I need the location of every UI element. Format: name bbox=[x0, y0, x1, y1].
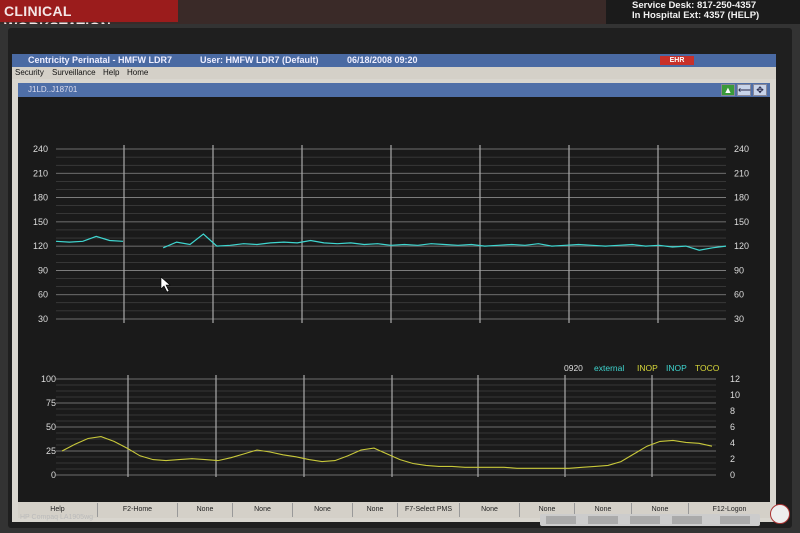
monitor: Centricity Perinatal - HMFW LDR7 User: H… bbox=[0, 24, 800, 533]
menu-security[interactable]: Security bbox=[15, 67, 44, 79]
toco-tick-right: 2 bbox=[730, 454, 735, 464]
clinical-workstation-sign: CLINICAL WORKSTATION bbox=[0, 0, 178, 35]
toco-tick-left: 100 bbox=[41, 374, 56, 384]
fhr-tick-right: 120 bbox=[734, 241, 749, 251]
fhr-tick-left: 150 bbox=[33, 217, 48, 227]
fhr-tick-left: 120 bbox=[33, 241, 48, 251]
fhr-tick-right: 180 bbox=[734, 193, 749, 203]
menu-help[interactable]: Help bbox=[103, 67, 119, 79]
minus-button[interactable] bbox=[588, 516, 618, 524]
hospital-logo bbox=[770, 504, 790, 524]
menu-surveillance[interactable]: Surveillance bbox=[52, 67, 96, 79]
status-inop-2: INOP bbox=[666, 363, 687, 373]
plus-button[interactable] bbox=[630, 516, 660, 524]
fetal-monitor-graph: 240 240 210 210 180 180 150 150 120 120 90 90 60 60 30… bbox=[18, 97, 770, 502]
monitor-strip-svg: 240 240210 210180 180150 150120 12090 9060 6030… bbox=[33, 144, 749, 480]
fhr-tick-left: 240 bbox=[33, 144, 48, 154]
toco-tick-right: 10 bbox=[730, 390, 740, 400]
status-toco: TOCO bbox=[695, 363, 720, 373]
panel-title: J1LD..J18701 bbox=[28, 85, 78, 94]
ok-button[interactable] bbox=[672, 516, 702, 524]
fhr-tick-left: 90 bbox=[38, 265, 48, 275]
menu-home[interactable]: Home bbox=[127, 67, 148, 79]
toco-trace bbox=[61, 436, 713, 469]
fhr-tick-right: 210 bbox=[734, 168, 749, 178]
toco-tick-left: 25 bbox=[46, 446, 56, 456]
toco-tick-right: 8 bbox=[730, 406, 735, 416]
fhr-tick-left: 60 bbox=[38, 290, 48, 300]
status-time: 0920 bbox=[564, 363, 583, 373]
fhr-tick-right: 150 bbox=[734, 217, 749, 227]
menu-bar: Security Surveillance Help Home bbox=[12, 67, 776, 79]
fhr-tick-right: 240 bbox=[734, 144, 749, 154]
fkey-none-2[interactable]: None bbox=[233, 503, 293, 517]
ehr-badge[interactable]: EHR bbox=[660, 56, 694, 65]
panel-header: J1LD..J18701 ▲ ⟵ ✥ bbox=[18, 83, 770, 97]
monitor-hardware-buttons bbox=[540, 514, 760, 526]
fhr-tick-left: 180 bbox=[33, 193, 48, 203]
app-title: Centricity Perinatal - HMFW LDR7 bbox=[28, 55, 173, 65]
fkey-none-3[interactable]: None bbox=[293, 503, 353, 517]
toco-tick-right: 4 bbox=[730, 438, 735, 448]
timestamp: 06/18/2008 09:20 bbox=[347, 55, 418, 65]
toco-tick-left: 75 bbox=[46, 398, 56, 408]
toco-tick-left: 0 bbox=[51, 470, 56, 480]
fkey-none-4[interactable]: None bbox=[353, 503, 398, 517]
toco-tick-right: 0 bbox=[730, 470, 735, 480]
hospital-ext-line: In Hospital Ext: 4357 (HELP) bbox=[632, 10, 760, 21]
mouse-cursor-icon bbox=[160, 276, 171, 293]
fkey-f2-home[interactable]: F2-Home bbox=[98, 503, 178, 517]
power-button[interactable] bbox=[720, 516, 750, 524]
status-inop-1: INOP bbox=[637, 363, 658, 373]
alert-icon[interactable]: ▲ bbox=[721, 84, 735, 96]
service-desk-sign: Service Desk: 817-250-4357 In Hospital E… bbox=[606, 0, 800, 24]
toco-tick-right: 6 bbox=[730, 422, 735, 432]
fhr-tick-right: 30 bbox=[734, 314, 744, 324]
screen: Centricity Perinatal - HMFW LDR7 User: H… bbox=[12, 54, 776, 522]
fhr-tick-left: 210 bbox=[33, 168, 48, 178]
status-source: external bbox=[594, 363, 624, 373]
toco-tick-left: 50 bbox=[46, 422, 56, 432]
fkey-none-1[interactable]: None bbox=[178, 503, 233, 517]
expand-icon[interactable]: ✥ bbox=[753, 84, 767, 96]
user-label: User: HMFW LDR7 (Default) bbox=[200, 55, 319, 65]
fhr-tick-right: 90 bbox=[734, 265, 744, 275]
fhr-tick-left: 30 bbox=[38, 314, 48, 324]
fkey-f7-select-pms[interactable]: F7-Select PMS bbox=[398, 503, 460, 517]
move-left-icon[interactable]: ⟵ bbox=[737, 84, 751, 96]
window-titlebar: Centricity Perinatal - HMFW LDR7 User: H… bbox=[12, 54, 776, 67]
input-button[interactable] bbox=[546, 516, 576, 524]
monitor-brand: HP Compaq LA1905wg bbox=[20, 514, 94, 521]
fhr-tick-right: 60 bbox=[734, 290, 744, 300]
toco-tick-right: 12 bbox=[730, 374, 740, 384]
fkey-none-5[interactable]: None bbox=[460, 503, 520, 517]
